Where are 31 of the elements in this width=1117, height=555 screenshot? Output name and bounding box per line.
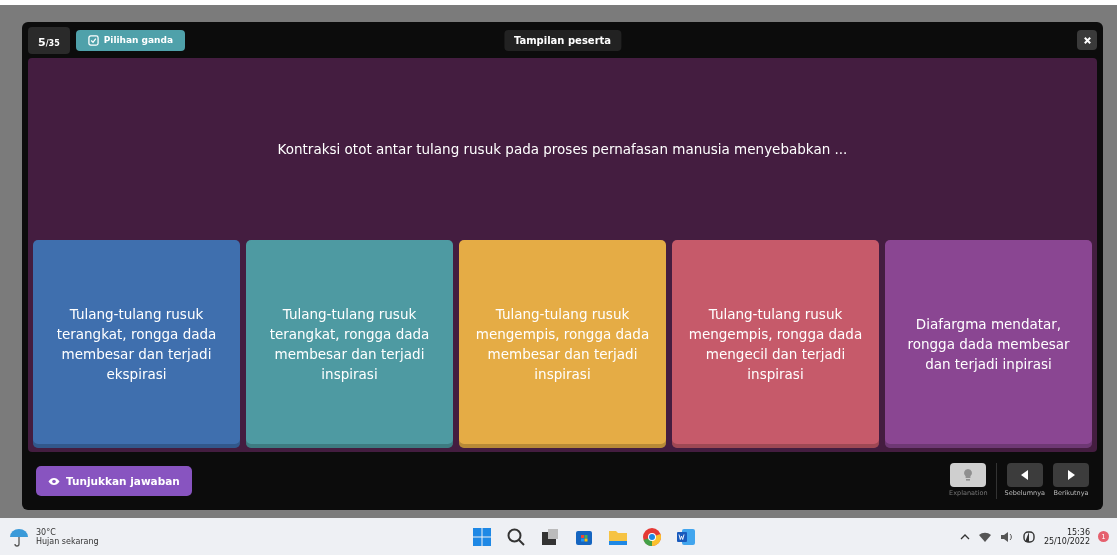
next-button[interactable]: [1053, 463, 1089, 487]
show-answer-button[interactable]: Tunjukkan jawaban: [36, 466, 192, 496]
close-icon: [1082, 35, 1092, 45]
weather-text: Hujan sekarang: [36, 536, 99, 546]
umbrella-icon: [8, 526, 30, 547]
chevron-up-icon[interactable]: [959, 532, 970, 541]
wifi-icon[interactable]: [977, 530, 992, 543]
answer-option[interactable]: Tulang-tulang rusuk terangkat, rongga dada membesar dan terjadi ekspirasi: [33, 240, 240, 448]
checkbox-icon: [87, 34, 99, 46]
lightbulb-icon: [962, 468, 975, 482]
view-label: Tampilan peserta: [503, 29, 622, 51]
chrome-icon[interactable]: [641, 526, 662, 547]
clock-time[interactable]: 15:36: [1066, 527, 1090, 537]
question-text: Kontraksi otot antar tulang rusuk pada proses pernafasan manusia menyebabkan ...: [276, 140, 849, 159]
answer-option[interactable]: Tulang-tulang rusuk terangkat, rongga dada membesar dan terjadi inspirasi: [246, 240, 453, 448]
eye-icon: [48, 476, 60, 486]
temperature: 30°C: [36, 527, 57, 537]
right-triangle-icon: [1067, 470, 1075, 480]
answer-option[interactable]: Tulang-tulang rusuk mengempis, rongga dada mengecil dan terjadi inspirasi: [672, 240, 879, 448]
task-view-icon[interactable]: [539, 526, 560, 547]
question-counter: 5/35: [28, 26, 70, 54]
clock-date[interactable]: 25/10/2022: [1043, 536, 1090, 546]
close-button[interactable]: [1077, 30, 1097, 50]
previous-button[interactable]: [1006, 463, 1043, 487]
left-triangle-icon: [1020, 470, 1029, 480]
search-icon[interactable]: [505, 526, 526, 547]
windows-start-icon[interactable]: [471, 526, 492, 547]
answer-option[interactable]: Diafargma mendatar, rongga dada membesar dan terjadi inpirasi: [885, 240, 1092, 448]
question-type-label: Pilihan ganda: [103, 35, 174, 45]
speaker-icon[interactable]: [999, 530, 1014, 543]
word-icon[interactable]: [675, 526, 696, 547]
